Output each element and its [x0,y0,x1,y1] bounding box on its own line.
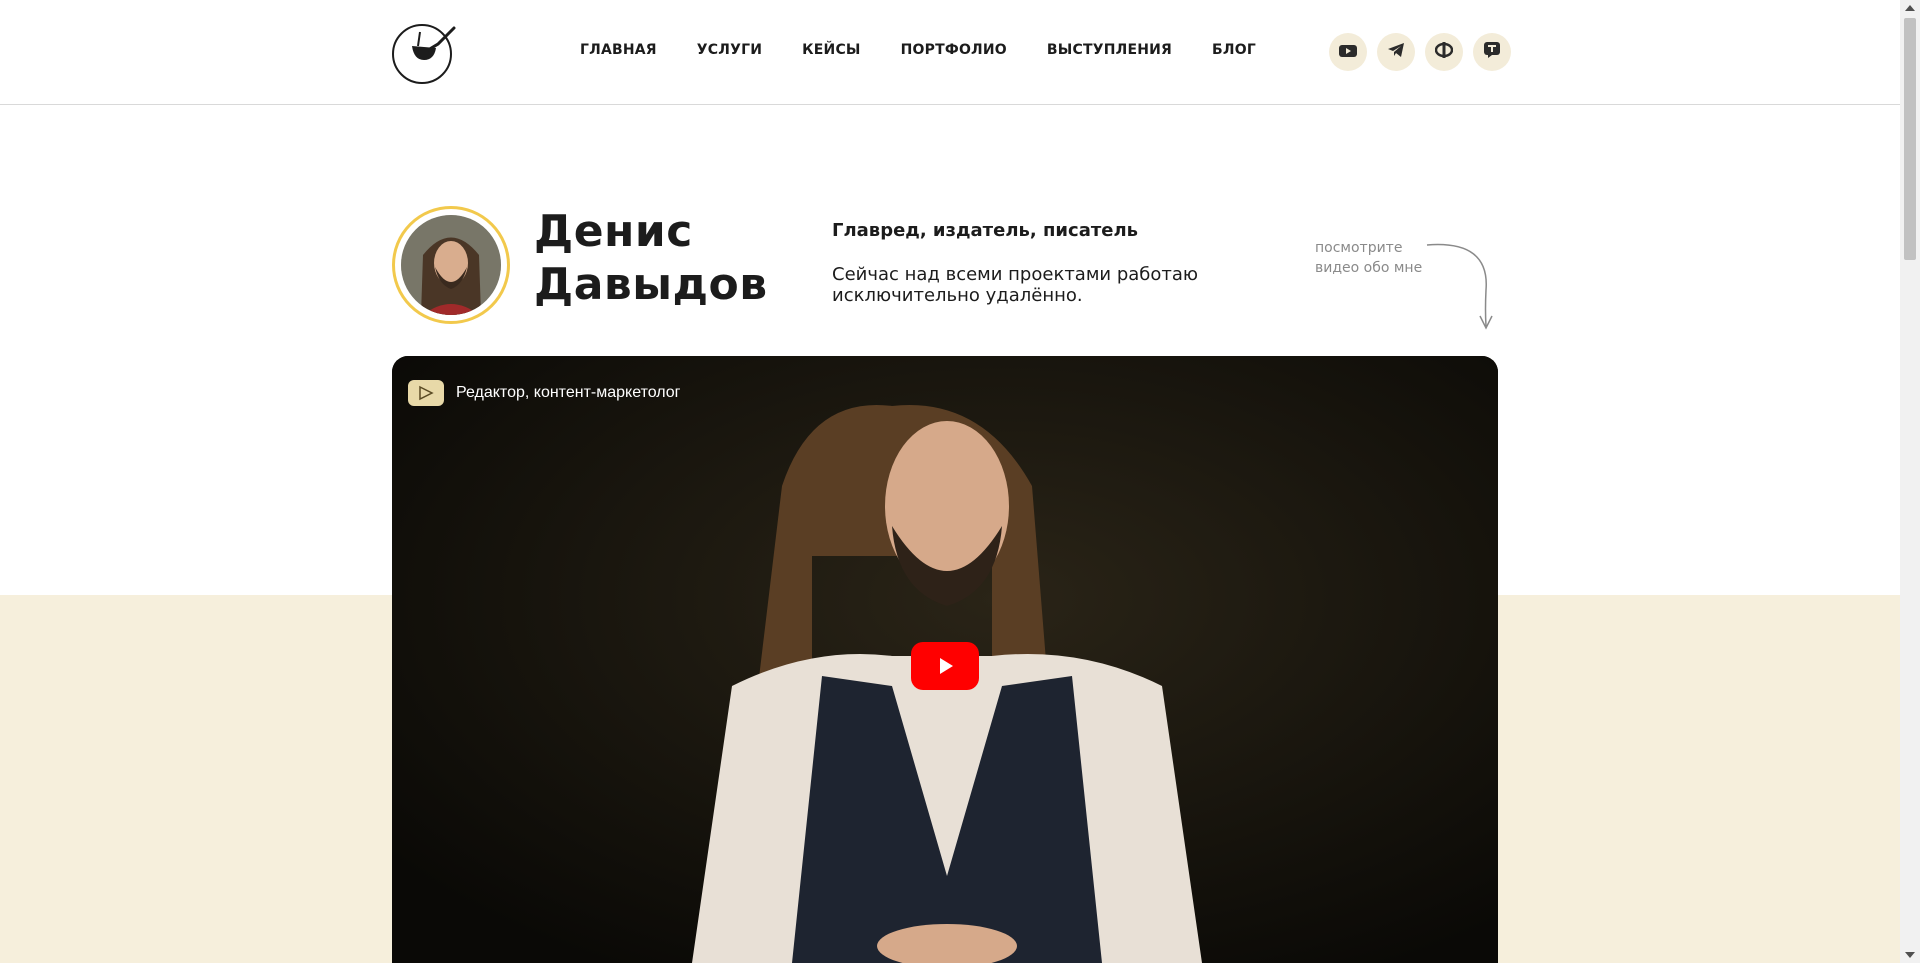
nav-home[interactable]: ГЛАВНАЯ [580,42,657,58]
name-first: Денис [534,206,693,257]
telegram-icon [1387,42,1405,62]
nav-cases[interactable]: КЕЙСЫ [802,42,861,58]
video-title-bar: Редактор, контент-маркетолог [408,380,681,406]
nav-talks[interactable]: ВЫСТУПЛЕНИЯ [1047,42,1172,58]
video-title[interactable]: Редактор, контент-маркетолог [456,384,681,402]
name-last: Давыдов [534,259,768,310]
scroll-up-icon[interactable] [1905,5,1915,11]
vc-link[interactable] [1425,33,1463,71]
person-name: Денис Давыдов [534,205,794,311]
youtube-link[interactable] [1329,33,1367,71]
hero-description: Сейчас над всеми проектами работаю исклю… [832,264,1199,306]
youtube-icon [1339,43,1357,62]
main-nav: ГЛАВНАЯ УСЛУГИ КЕЙСЫ ПОРТФОЛИО ВЫСТУПЛЕН… [580,42,1296,58]
nav-blog[interactable]: БЛОГ [1212,42,1256,58]
nav-portfolio[interactable]: ПОРТФОЛИО [901,42,1007,58]
video-player[interactable]: Редактор, контент-маркетолог [392,356,1498,963]
logo-icon[interactable] [390,20,458,84]
page-scrollbar[interactable] [1900,0,1920,963]
curved-arrow-icon [1420,240,1500,332]
avatar [392,206,510,324]
avatar-photo [401,215,501,315]
tenchat-icon [1483,41,1501,63]
tenchat-link[interactable] [1473,33,1511,71]
site-header: ГЛАВНАЯ УСЛУГИ КЕЙСЫ ПОРТФОЛИО ВЫСТУПЛЕН… [0,0,1900,105]
youtube-play-icon[interactable] [911,642,979,690]
telegram-link[interactable] [1377,33,1415,71]
scroll-thumb[interactable] [1904,18,1916,260]
vc-icon [1434,41,1454,63]
scroll-down-icon[interactable] [1905,952,1915,958]
role-title: Главред, издатель, писатель [832,220,1139,241]
channel-icon[interactable] [408,380,444,406]
nav-services[interactable]: УСЛУГИ [697,42,762,58]
social-links [1329,33,1511,71]
page: ГЛАВНАЯ УСЛУГИ КЕЙСЫ ПОРТФОЛИО ВЫСТУПЛЕН… [0,0,1920,963]
